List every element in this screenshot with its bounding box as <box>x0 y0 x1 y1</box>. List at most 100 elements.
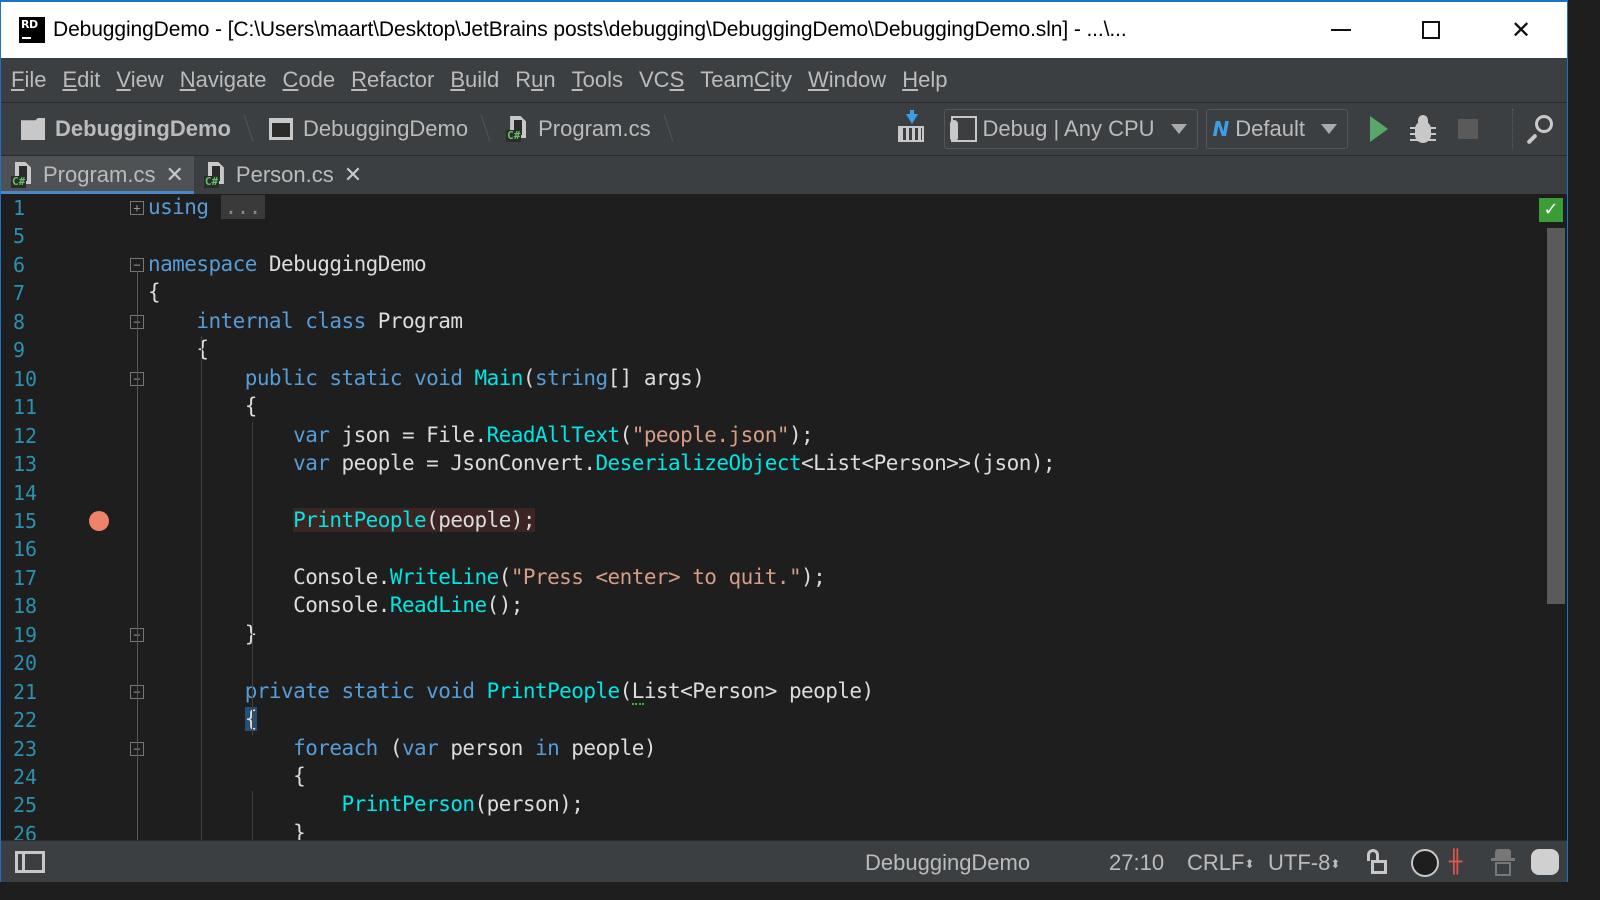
menu-tools[interactable]: Tools <box>572 67 623 93</box>
menu-navigate[interactable]: Navigate <box>180 67 267 93</box>
breadcrumb-solution[interactable]: DebuggingDemo <box>1 103 249 155</box>
code-line[interactable]: 23− foreach (var person in people) <box>1 735 1541 763</box>
code-line[interactable]: 21− private static void PrintPeople(List… <box>1 678 1541 706</box>
code-line[interactable]: 7{ <box>1 279 1541 307</box>
git-status-icon[interactable] <box>1411 849 1439 877</box>
menu-teamcity[interactable]: TeamCity <box>700 67 792 93</box>
line-number[interactable]: 8 <box>13 310 51 334</box>
status-solution[interactable]: DebuggingDemo <box>865 850 1030 876</box>
line-number[interactable]: 7 <box>13 281 51 305</box>
tab-program-cs[interactable]: C# Program.cs ✕ <box>1 156 194 194</box>
status-line-ending[interactable]: CRLF⬍ <box>1187 850 1255 876</box>
line-number[interactable]: 10 <box>13 367 51 391</box>
code-line[interactable]: 9 { <box>1 336 1541 364</box>
code-line[interactable]: 12 var json = File.ReadAllText("people.j… <box>1 422 1541 450</box>
event-log-icon[interactable] <box>1531 849 1559 875</box>
build-solution-button[interactable] <box>896 110 926 144</box>
menu-build[interactable]: Build <box>450 67 499 93</box>
menu-edit[interactable]: Edit <box>62 67 100 93</box>
stop-button[interactable] <box>1458 119 1478 139</box>
close-button[interactable]: ✕ <box>1476 2 1566 58</box>
code-line[interactable]: 14 <box>1 479 1541 507</box>
tool-windows-toggle-icon[interactable] <box>15 851 45 873</box>
menu-code[interactable]: Code <box>283 67 336 93</box>
analysis-ok-icon[interactable]: ✓ <box>1539 198 1563 222</box>
code-text: Console.ReadLine(); <box>148 593 523 618</box>
line-number[interactable]: 19 <box>13 623 51 647</box>
line-number[interactable]: 14 <box>13 481 51 505</box>
menu-window[interactable]: Window <box>808 67 886 93</box>
line-number[interactable]: 20 <box>13 651 51 675</box>
code-line[interactable]: 6 − namespace DebuggingDemo <box>1 251 1541 279</box>
breadcrumb-project[interactable]: DebuggingDemo <box>249 103 486 155</box>
menu-help[interactable]: Help <box>902 67 947 93</box>
menu-file[interactable]: File <box>11 67 46 93</box>
fold-expand-icon[interactable]: + <box>130 201 144 215</box>
tab-person-cs[interactable]: C# Person.cs ✕ <box>194 156 372 194</box>
menu-vcs[interactable]: VCS <box>639 67 684 93</box>
line-number[interactable]: 13 <box>13 452 51 476</box>
code-text: PrintPeople(people); <box>148 507 536 532</box>
folded-region[interactable]: ... <box>220 195 265 219</box>
line-number[interactable]: 11 <box>13 395 51 419</box>
menu-run[interactable]: Run <box>515 67 555 93</box>
configuration-icon <box>949 116 977 142</box>
status-caret-position[interactable]: 27:10 <box>1109 850 1164 876</box>
code-line[interactable]: 10− public static void Main(string[] arg… <box>1 365 1541 393</box>
read-only-lock-icon[interactable] <box>1367 849 1389 875</box>
line-number[interactable]: 5 <box>13 224 51 248</box>
code-line[interactable]: 1 + using ... <box>1 194 1541 222</box>
code-line[interactable]: 26 } <box>1 820 1541 840</box>
code-line[interactable]: 18 Console.ReadLine(); <box>1 592 1541 620</box>
code-line[interactable]: 5 <box>1 222 1541 250</box>
line-number[interactable]: 9 <box>13 338 51 362</box>
line-number[interactable]: 25 <box>13 793 51 817</box>
debug-button[interactable] <box>1410 113 1436 145</box>
code-line[interactable]: 22 { <box>1 706 1541 734</box>
menu-view[interactable]: View <box>116 67 163 93</box>
line-number[interactable]: 24 <box>13 765 51 789</box>
inspector-hector-icon[interactable] <box>1491 849 1515 877</box>
breadcrumb-file[interactable]: C# Program.cs <box>486 103 668 155</box>
code-line[interactable]: 17 Console.WriteLine("Press <enter> to q… <box>1 564 1541 592</box>
code-text: public static void Main(string[] args) <box>244 365 705 390</box>
code-line[interactable]: 25 PrintPerson(person); <box>1 791 1541 819</box>
minimize-button[interactable] <box>1296 2 1386 58</box>
code-line[interactable]: 16 <box>1 535 1541 563</box>
run-configuration-dropdown[interactable]: N Default <box>1205 109 1348 149</box>
line-number[interactable]: 16 <box>13 537 51 561</box>
menu-bar: File Edit View Navigate Code Refactor Build Run… <box>1 58 1567 102</box>
run-button[interactable] <box>1370 116 1388 142</box>
search-everywhere-button[interactable] <box>1525 115 1553 145</box>
code-line[interactable]: 15 PrintPeople(people); <box>1 507 1541 535</box>
close-tab-icon[interactable]: ✕ <box>344 163 362 188</box>
maximize-button[interactable] <box>1386 2 1476 58</box>
line-number[interactable]: 26 <box>13 822 51 840</box>
menu-refactor[interactable]: Refactor <box>351 67 434 93</box>
line-number[interactable]: 18 <box>13 594 51 618</box>
line-number[interactable]: 1 <box>13 196 51 220</box>
line-number[interactable]: 12 <box>13 424 51 448</box>
debugger-disconnected-icon[interactable]: ╫ <box>1449 850 1462 875</box>
code-editor[interactable]: 26 }25 PrintPerson(person);24 {23− forea… <box>1 194 1567 840</box>
line-number[interactable]: 17 <box>13 566 51 590</box>
code-line[interactable]: 24 { <box>1 763 1541 791</box>
code-line[interactable]: 13 var people = JsonConvert.DeserializeO… <box>1 450 1541 478</box>
code-line[interactable]: 8− internal class Program <box>1 308 1541 336</box>
configuration-dropdown[interactable]: Debug | Any CPU <box>943 109 1198 149</box>
close-tab-icon[interactable]: ✕ <box>165 163 183 188</box>
toolbar-separator <box>1512 109 1513 149</box>
line-number[interactable]: 15 <box>13 509 51 533</box>
vertical-scrollbar[interactable] <box>1547 228 1565 604</box>
status-encoding[interactable]: UTF-8⬍ <box>1268 850 1340 876</box>
code-line[interactable]: 20 <box>1 649 1541 677</box>
code-line[interactable]: 11 { <box>1 393 1541 421</box>
line-number[interactable]: 22 <box>13 708 51 732</box>
line-number[interactable]: 21 <box>13 680 51 704</box>
line-number[interactable]: 23 <box>13 737 51 761</box>
line-number[interactable]: 6 <box>13 253 51 277</box>
code-line[interactable]: 19− } <box>1 621 1541 649</box>
breakpoint-icon[interactable] <box>89 510 109 531</box>
fold-collapse-icon[interactable]: − <box>130 257 144 272</box>
chevron-down-icon <box>1170 124 1187 134</box>
